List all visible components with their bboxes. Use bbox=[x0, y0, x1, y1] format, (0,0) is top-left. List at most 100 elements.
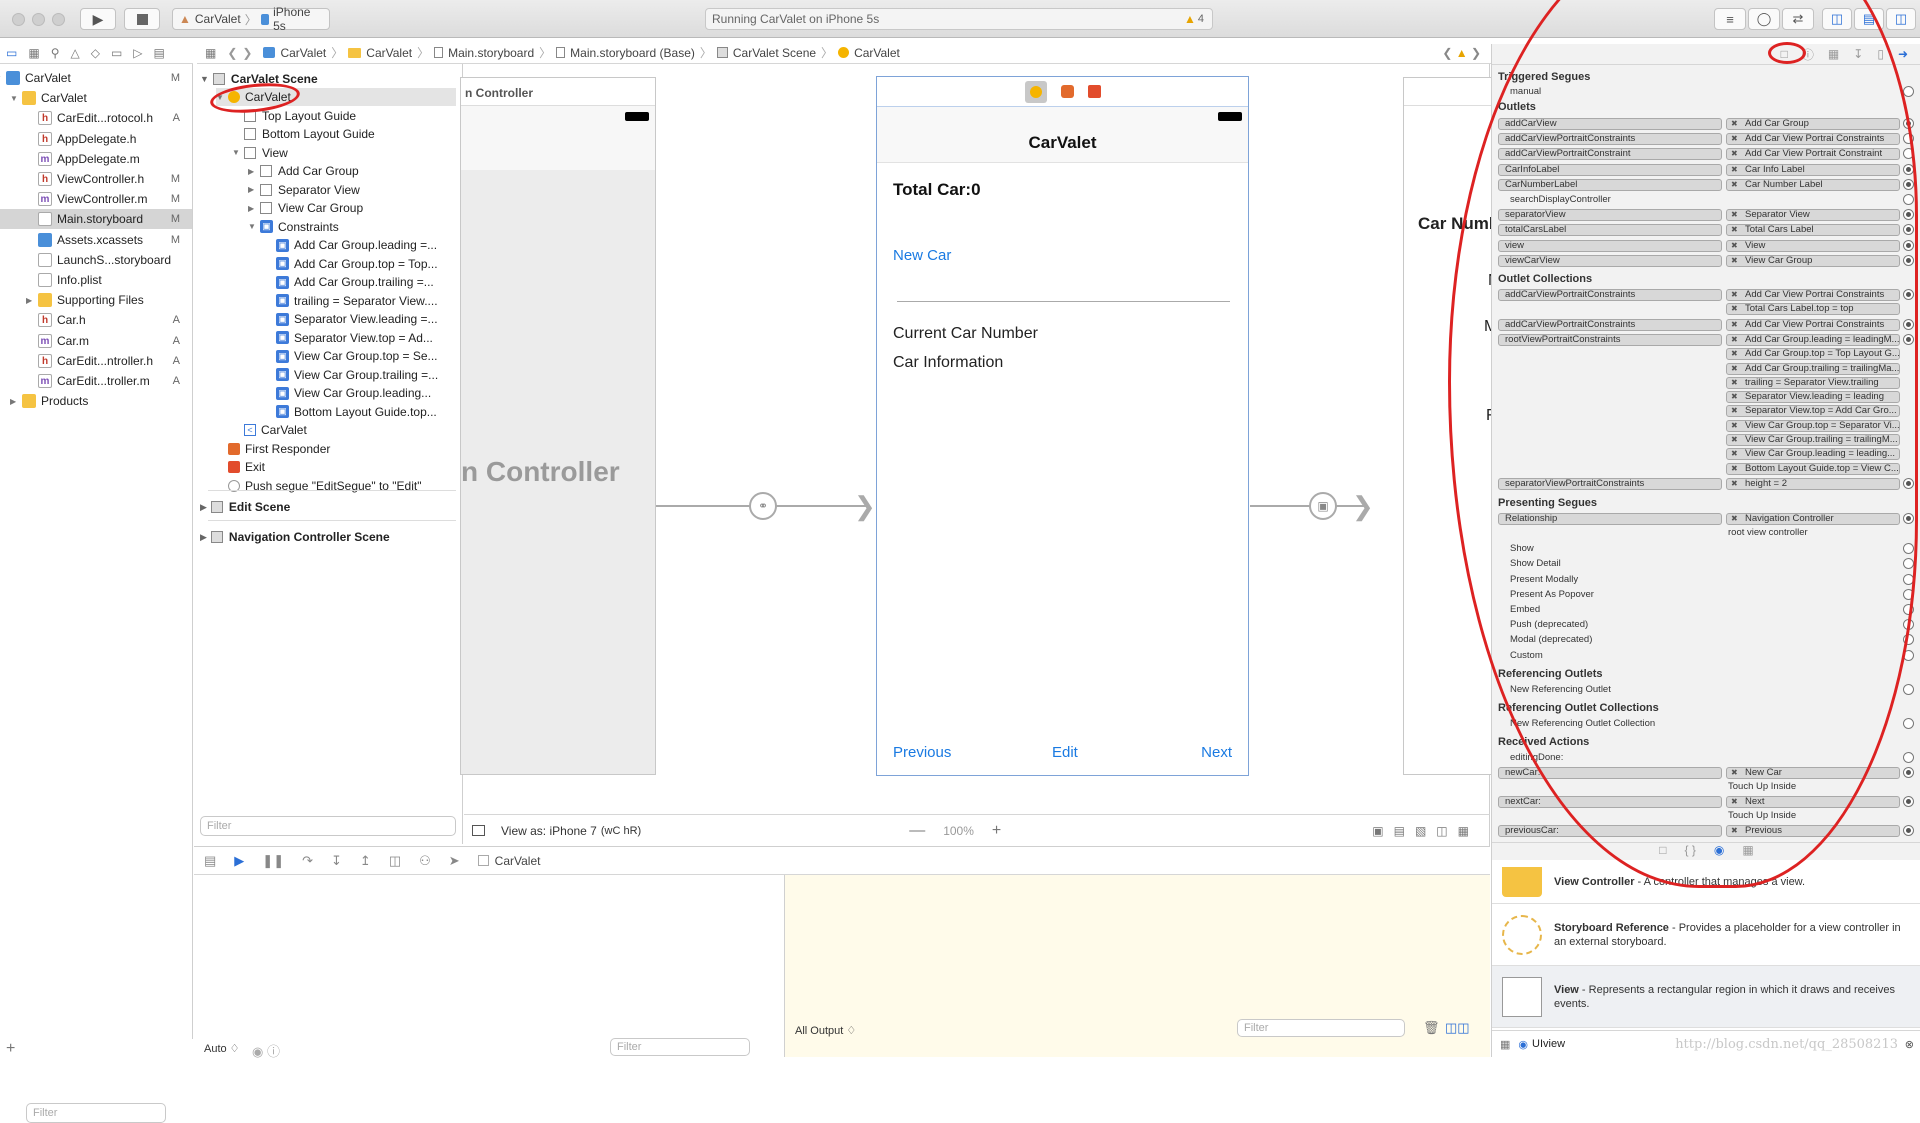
navigator-item[interactable]: LaunchS...storyboard bbox=[0, 250, 192, 270]
step-over-icon[interactable]: ↷ bbox=[302, 853, 313, 869]
memory-graph-icon[interactable]: ⚇ bbox=[419, 853, 431, 869]
warning-nav-icon[interactable]: △ bbox=[70, 46, 79, 60]
issue-nav-icons[interactable]: ❮ ▲ ❯ bbox=[1442, 46, 1481, 60]
remove-connection-icon[interactable]: ✖ bbox=[1731, 149, 1738, 159]
collection-name[interactable]: rootViewPortraitConstraints bbox=[1498, 333, 1722, 346]
back-arrow-icon[interactable]: ❮ bbox=[227, 46, 237, 60]
navigator-item[interactable]: h ViewController.h M bbox=[0, 169, 192, 189]
connection-target[interactable]: ✖ Add Car View Portrai Constraints bbox=[1726, 318, 1900, 331]
location-icon[interactable]: ➤ bbox=[449, 853, 460, 869]
pause-icon[interactable]: ❚❚ bbox=[262, 853, 284, 869]
remove-connection-icon[interactable]: ✖ bbox=[1731, 165, 1738, 175]
connection-circle[interactable] bbox=[1903, 163, 1914, 175]
debug-icon[interactable]: ▭ bbox=[111, 46, 122, 60]
connection-target[interactable]: ✖ Bottom Layout Guide.top = View C... bbox=[1726, 462, 1900, 475]
outline-item[interactable]: ▣ Separator View.leading =... bbox=[264, 310, 438, 328]
library-filter-field[interactable]: ◉ UIview bbox=[1518, 1038, 1565, 1051]
navigator-item[interactable]: Info.plist bbox=[0, 270, 192, 290]
connection-circle[interactable] bbox=[1903, 239, 1914, 251]
connection-circle[interactable] bbox=[1903, 318, 1914, 330]
stop-button[interactable] bbox=[124, 8, 160, 30]
remove-connection-icon[interactable]: ✖ bbox=[1731, 119, 1738, 129]
remove-connection-icon[interactable]: ✖ bbox=[1731, 464, 1738, 474]
hide-debug-icon[interactable]: ▤ bbox=[204, 853, 216, 869]
assistant-editor-button[interactable]: ◯ bbox=[1748, 8, 1780, 30]
forward-arrow-icon[interactable]: ❯ bbox=[242, 46, 252, 60]
run-button[interactable]: ▶ bbox=[80, 8, 116, 30]
connection-circle[interactable] bbox=[1903, 254, 1914, 266]
library-item-storyboard-reference[interactable]: Storyboard Reference - Provides a placeh… bbox=[1492, 904, 1920, 966]
media-library-icon[interactable]: ▦ bbox=[1742, 843, 1753, 860]
clear-filter-icon[interactable]: ⊗ bbox=[1905, 1038, 1914, 1051]
navigator-item[interactable]: ▶ Supporting Files bbox=[0, 290, 192, 310]
jump-item-5[interactable]: CarValet bbox=[854, 46, 900, 60]
connection-target[interactable]: ✖ Add Car Group.top = Top Layout G... bbox=[1726, 348, 1900, 361]
view-controller-icon[interactable] bbox=[1024, 80, 1047, 103]
size-inspector-icon[interactable]: ▯ bbox=[1877, 47, 1884, 61]
edit-scene[interactable]: Car Numb M M F bbox=[1403, 77, 1493, 775]
auto-variables-selector[interactable]: Auto ♢ bbox=[204, 1042, 240, 1055]
outline-toggle-icon[interactable] bbox=[472, 825, 485, 836]
search-icon[interactable]: ⚲ bbox=[51, 46, 60, 60]
connection-circle[interactable] bbox=[1903, 333, 1914, 345]
step-in-icon[interactable]: ↧ bbox=[331, 853, 342, 869]
connection-target[interactable]: ✖ Total Cars Label bbox=[1726, 224, 1900, 237]
outline-item[interactable]: ▣ trailing = Separator View.... bbox=[264, 292, 438, 310]
navigator-item[interactable]: h CarEdit...rotocol.h A bbox=[0, 108, 192, 128]
remove-connection-icon[interactable]: ✖ bbox=[1731, 225, 1738, 235]
toggle-utilities-button[interactable]: ◫ bbox=[1886, 8, 1916, 30]
attributes-inspector-icon[interactable]: ↧ bbox=[1853, 47, 1863, 61]
left-scene[interactable]: n Controller n Controller bbox=[460, 77, 656, 775]
connection-target[interactable]: ✖ Car Number Label bbox=[1726, 178, 1900, 191]
connection-target[interactable]: ✖ View Car Group.leading = leading... bbox=[1726, 448, 1900, 461]
remove-connection-icon[interactable]: ✖ bbox=[1731, 364, 1738, 374]
file-template-icon[interactable]: □ bbox=[1659, 843, 1666, 860]
library-item-view[interactable]: View - Represents a rectangular region i… bbox=[1492, 966, 1920, 1028]
navigator-item[interactable]: Main.storyboard M bbox=[0, 209, 192, 230]
remove-connection-icon[interactable]: ✖ bbox=[1731, 335, 1738, 345]
connection-target[interactable]: ✖ Add Car Group.leading = leadingM... bbox=[1726, 333, 1900, 346]
connection-circle[interactable] bbox=[1903, 209, 1914, 221]
connection-target[interactable]: ✖ Add Car Group.trailing = trailingMa... bbox=[1726, 362, 1900, 375]
outlet-name[interactable]: addCarViewPortraitConstraints bbox=[1498, 133, 1722, 146]
symbol-icon[interactable]: ▦ bbox=[28, 46, 39, 60]
identity-inspector-icon[interactable]: ▦ bbox=[1828, 47, 1839, 61]
zoom-in-button[interactable]: + bbox=[992, 822, 1001, 840]
navigator-item[interactable]: ▶ Products bbox=[0, 391, 192, 411]
remove-connection-icon[interactable]: ✖ bbox=[1731, 768, 1738, 778]
connection-target[interactable]: ✖ Separator View.leading = leading bbox=[1726, 391, 1900, 404]
connection-circle[interactable] bbox=[1903, 148, 1914, 160]
breakpoint-icon[interactable]: ▷ bbox=[133, 46, 142, 60]
connection-circle[interactable] bbox=[1903, 289, 1914, 300]
connection-target[interactable]: ✖ View Car Group.trailing = trailingM... bbox=[1726, 434, 1900, 446]
connection-circle[interactable] bbox=[1903, 178, 1914, 190]
outline-item[interactable]: ▶ View Car Group bbox=[248, 199, 363, 217]
outlet-name[interactable]: separatorView bbox=[1498, 209, 1722, 222]
jump-item-2[interactable]: Main.storyboard bbox=[448, 46, 534, 60]
view-as-button[interactable]: View as: iPhone 7 bbox=[501, 824, 597, 838]
connection-target[interactable]: ✖ Add Car View Portrai Constraints bbox=[1726, 133, 1900, 146]
connection-circle[interactable] bbox=[1903, 824, 1914, 836]
connection-target[interactable]: ✖ Separator View.top = Add Car Gro... bbox=[1726, 405, 1900, 418]
remove-connection-icon[interactable]: ✖ bbox=[1731, 378, 1738, 388]
connection-circle[interactable] bbox=[1903, 86, 1914, 97]
jump-item-1[interactable]: CarValet bbox=[366, 46, 412, 60]
connection-circle[interactable] bbox=[1903, 634, 1914, 646]
remove-connection-icon[interactable]: ✖ bbox=[1731, 421, 1738, 431]
connection-circle[interactable] bbox=[1903, 477, 1914, 489]
remove-connection-icon[interactable]: ✖ bbox=[1731, 826, 1738, 836]
jump-item-0[interactable]: CarValet bbox=[280, 46, 326, 60]
outline-item[interactable]: Push segue "EditSegue" to "Edit" bbox=[216, 477, 421, 495]
connection-target[interactable]: ✖ height = 2 bbox=[1726, 477, 1900, 490]
code-snippet-icon[interactable]: { } bbox=[1685, 843, 1696, 860]
remove-connection-icon[interactable]: ✖ bbox=[1731, 256, 1738, 266]
navigator-item[interactable]: Assets.xcassets M bbox=[0, 230, 192, 250]
outline-item[interactable]: ▼ CarValet bbox=[216, 88, 456, 106]
remove-connection-icon[interactable]: ✖ bbox=[1731, 797, 1738, 807]
edit-button[interactable]: Edit bbox=[1052, 744, 1078, 761]
connection-circle[interactable] bbox=[1903, 683, 1914, 695]
test-icon[interactable]: ◇ bbox=[91, 46, 100, 60]
library-item-view-controller[interactable]: View Controller - A controller that mana… bbox=[1492, 860, 1920, 904]
remove-connection-icon[interactable]: ✖ bbox=[1731, 514, 1738, 524]
remove-connection-icon[interactable]: ✖ bbox=[1731, 479, 1738, 489]
